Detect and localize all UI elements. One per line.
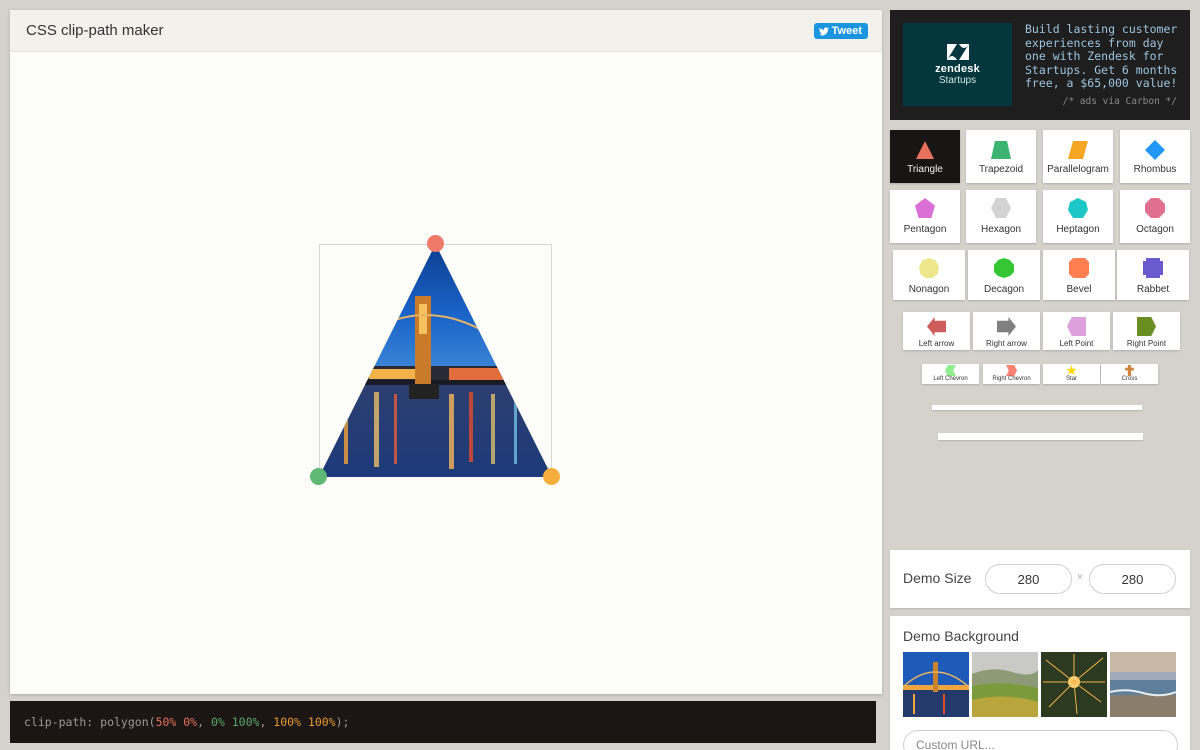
clipped-image — [319, 244, 552, 477]
shape-parallelogram[interactable]: Parallelogram — [1043, 130, 1113, 183]
shape-label: Nonagon — [908, 284, 950, 295]
carbon-ad: zendesk Startups Build lasting customer … — [890, 10, 1190, 120]
shape-label: Right Point — [1126, 339, 1167, 348]
bevel-icon — [1069, 258, 1089, 278]
shape-right-point[interactable]: Right Point — [1113, 312, 1180, 350]
code-point-2: 0% 100% — [210, 715, 260, 729]
shape-rabbet[interactable]: Rabbet — [1117, 250, 1189, 300]
shape-nonagon[interactable]: Nonagon — [893, 250, 965, 300]
left-point-icon — [1067, 317, 1086, 336]
code-point-1: 50% 0% — [155, 715, 198, 729]
ad-image[interactable]: zendesk Startups — [903, 23, 1012, 106]
shape-row-distant — [932, 405, 1142, 410]
rhombus-icon — [1145, 140, 1165, 160]
star-icon — [1066, 365, 1077, 376]
shape-pentagon[interactable]: Pentagon — [890, 190, 960, 243]
shape-label: Octagon — [1136, 224, 1174, 235]
shape-label: Star — [1065, 376, 1077, 382]
shape-octagon[interactable]: Octagon — [1120, 190, 1190, 243]
page-title: CSS clip-path maker — [26, 22, 164, 39]
shape-left-chevron[interactable]: Left Chevron — [922, 364, 979, 384]
twitter-icon — [818, 26, 829, 35]
left-chevron-icon — [945, 365, 956, 376]
shape-label: Trapezoid — [978, 164, 1024, 175]
shape-label: Cross — [1121, 376, 1138, 382]
shape-label: Bevel — [1066, 284, 1092, 295]
size-separator: × — [1077, 572, 1083, 583]
shape-trapezoid[interactable]: Trapezoid — [966, 130, 1036, 183]
shape-label: Parallelogram — [1047, 164, 1109, 175]
bridge-thumbnail[interactable] — [903, 652, 969, 717]
shape-left-point[interactable]: Left Point — [1043, 312, 1110, 350]
tweet-button[interactable]: Tweet — [813, 23, 868, 39]
shape-left-arrow[interactable]: Left arrow — [903, 312, 970, 350]
code-prefix: clip-path: polygon( — [24, 715, 156, 729]
header: CSS clip-path maker Tweet — [10, 10, 882, 52]
shape-label: Left arrow — [918, 339, 955, 348]
demo-size-panel: Demo Size × — [890, 550, 1190, 608]
shape-label: Rhombus — [1133, 164, 1177, 175]
code-separator: , — [259, 715, 274, 729]
cross-icon — [1125, 365, 1134, 376]
nonagon-icon — [919, 258, 939, 278]
shape-label: Left Point — [1059, 339, 1094, 348]
pentagon-icon — [915, 198, 935, 218]
ad-brand: zendesk — [935, 62, 980, 75]
right-point-icon — [1137, 317, 1156, 336]
right-chevron-icon — [1006, 365, 1017, 376]
zendesk-logo-icon — [946, 43, 969, 60]
octagon-icon — [1145, 198, 1165, 218]
shape-hexagon[interactable]: Hexagon — [966, 190, 1036, 243]
shape-triangle[interactable]: Triangle — [890, 130, 960, 183]
shape-star[interactable]: Star — [1043, 364, 1100, 384]
shape-label: Decagon — [983, 284, 1025, 295]
demo-background-panel: Demo Background — [890, 616, 1190, 750]
beach-thumbnail[interactable] — [1110, 652, 1176, 717]
shape-decagon[interactable]: Decagon — [968, 250, 1040, 300]
shape-label: Hexagon — [980, 224, 1022, 235]
left-arrow-icon — [927, 317, 946, 336]
shape-label: Left Chevron — [933, 376, 968, 382]
code-suffix: ); — [335, 715, 350, 729]
demo-background-label: Demo Background — [903, 628, 1019, 644]
shape-label: Rabbet — [1136, 284, 1170, 295]
shape-cross[interactable]: Cross — [1101, 364, 1158, 384]
ad-text[interactable]: Build lasting customer experiences from … — [1025, 22, 1185, 91]
rabbet-icon — [1143, 258, 1163, 278]
shape-label: Triangle — [907, 164, 943, 175]
height-input[interactable] — [1089, 564, 1176, 594]
shape-rhombus[interactable]: Rhombus — [1120, 130, 1190, 183]
decagon-icon — [994, 258, 1014, 278]
shape-right-chevron[interactable]: Right Chevron — [983, 364, 1040, 384]
shape-heptagon[interactable]: Heptagon — [1043, 190, 1113, 243]
custom-url-input[interactable] — [903, 730, 1178, 750]
parallelogram-icon — [1068, 141, 1088, 159]
shape-label: Right arrow — [986, 339, 1027, 348]
sparkler-thumbnail[interactable] — [1041, 652, 1107, 717]
tweet-label: Tweet — [831, 25, 862, 37]
bottom-left-point-handle[interactable] — [310, 468, 327, 485]
right-arrow-icon — [997, 317, 1016, 336]
hexagon-icon — [991, 198, 1011, 218]
shape-label: Pentagon — [903, 224, 947, 235]
triangle-icon — [916, 141, 934, 159]
bottom-right-point-handle[interactable] — [543, 468, 560, 485]
shape-label: Right Chevron — [992, 376, 1031, 382]
demo-size-label: Demo Size — [903, 570, 972, 586]
width-input[interactable] — [985, 564, 1072, 594]
shape-right-arrow[interactable]: Right arrow — [973, 312, 1040, 350]
code-point-3: 100% 100% — [273, 715, 336, 729]
shape-row-distant — [938, 433, 1143, 440]
top-point-handle[interactable] — [427, 235, 444, 252]
ad-via[interactable]: /* ads via Carbon */ — [1063, 96, 1177, 107]
code-separator: , — [197, 715, 211, 729]
code-output[interactable]: clip-path: polygon(50% 0%, 0% 100%, 100%… — [10, 701, 876, 743]
countryside-thumbnail[interactable] — [972, 652, 1038, 717]
shape-bevel[interactable]: Bevel — [1043, 250, 1115, 300]
shape-label: Heptagon — [1056, 224, 1100, 235]
trapezoid-icon — [991, 141, 1011, 159]
ad-brand-sub: Startups — [938, 74, 977, 86]
clip-stage — [319, 244, 552, 477]
heptagon-icon — [1068, 198, 1088, 218]
